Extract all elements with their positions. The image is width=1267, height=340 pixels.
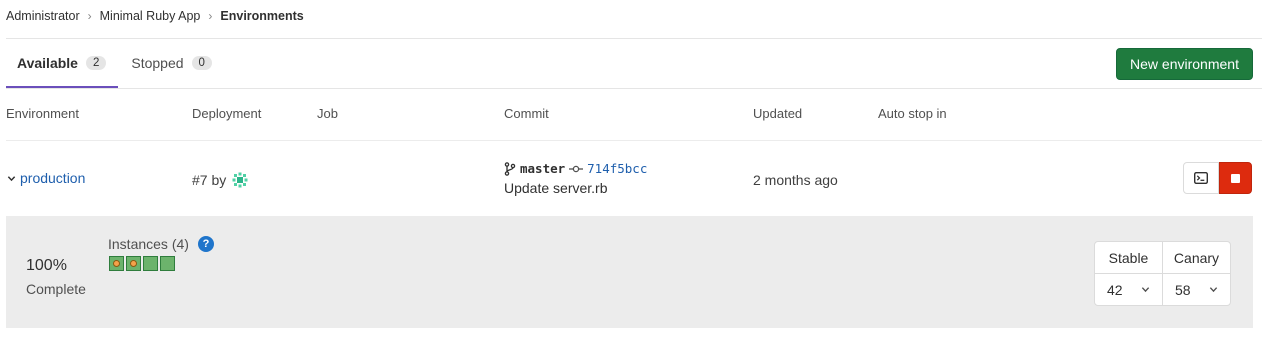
tab-stopped[interactable]: Stopped 0 bbox=[120, 39, 224, 87]
deploy-status: Complete bbox=[26, 281, 86, 297]
environment-name-link[interactable]: production bbox=[7, 170, 85, 186]
branch-icon bbox=[504, 161, 516, 176]
breadcrumb-item-administrator[interactable]: Administrator bbox=[6, 9, 80, 23]
column-header-environment: Environment bbox=[6, 106, 79, 121]
column-header-job: Job bbox=[317, 106, 338, 121]
new-environment-button[interactable]: New environment bbox=[1116, 48, 1253, 80]
instance-stable[interactable] bbox=[160, 256, 175, 271]
canary-weight-value: 58 bbox=[1175, 281, 1191, 298]
avatar[interactable] bbox=[231, 171, 250, 189]
environment-tabs: Available 2 Stopped 0 bbox=[6, 39, 224, 88]
environment-row: production #7 by master 714f5bcc Update … bbox=[0, 141, 1267, 215]
tab-available[interactable]: Available 2 bbox=[6, 39, 119, 88]
question-icon[interactable]: ? bbox=[197, 236, 214, 252]
column-header-auto-stop: Auto stop in bbox=[878, 106, 947, 121]
instance-canary[interactable] bbox=[109, 256, 124, 271]
canary-dot-icon bbox=[113, 260, 120, 267]
chevron-down-icon bbox=[1141, 287, 1150, 293]
deployment-info: #7 by bbox=[192, 171, 250, 189]
stop-environment-button[interactable] bbox=[1219, 162, 1252, 194]
deploy-percentage: 100% bbox=[26, 257, 67, 274]
instances-label: Instances (4) bbox=[108, 236, 189, 252]
tab-stopped-count: 0 bbox=[191, 56, 212, 70]
canary-dot-icon bbox=[130, 260, 137, 267]
stable-label: Stable bbox=[1095, 242, 1162, 274]
tab-available-count: 2 bbox=[85, 55, 107, 70]
instance-stable[interactable] bbox=[143, 256, 158, 271]
commit-icon bbox=[569, 165, 584, 172]
chevron-right-icon: › bbox=[87, 9, 92, 23]
tab-stopped-label: Stopped bbox=[131, 55, 184, 71]
breadcrumb: Administrator › Minimal Ruby App › Envir… bbox=[6, 7, 304, 25]
chevron-down-icon[interactable] bbox=[7, 174, 16, 183]
instances-label-group: Instances (4) ? bbox=[108, 236, 214, 252]
breadcrumb-item-current[interactable]: Environments bbox=[220, 9, 303, 23]
breadcrumb-item-project[interactable]: Minimal Ruby App bbox=[100, 9, 201, 23]
updated-time: 2 months ago bbox=[753, 172, 838, 188]
instances-list bbox=[109, 256, 177, 271]
commit-title[interactable]: Update server.rb bbox=[504, 180, 647, 196]
rollout-canary-column: Canary 58 bbox=[1162, 242, 1230, 305]
column-header-commit: Commit bbox=[504, 106, 549, 121]
terminal-icon bbox=[1194, 172, 1208, 184]
rollout-stable-column: Stable 42 bbox=[1095, 242, 1162, 305]
commit-info: master 714f5bcc Update server.rb bbox=[504, 161, 647, 196]
tabs-divider bbox=[6, 88, 1262, 89]
chevron-right-icon: › bbox=[208, 9, 213, 23]
canary-weight-select[interactable]: 58 bbox=[1163, 274, 1230, 305]
stop-icon bbox=[1231, 173, 1240, 183]
rollout-weights: Stable 42 Canary 58 bbox=[1094, 241, 1231, 306]
commit-sha-link[interactable]: 714f5bcc bbox=[587, 161, 647, 176]
chevron-down-icon bbox=[1209, 287, 1218, 293]
stable-weight-value: 42 bbox=[1107, 281, 1123, 298]
stable-weight-select[interactable]: 42 bbox=[1095, 274, 1162, 305]
column-header-updated: Updated bbox=[753, 106, 803, 121]
instance-canary[interactable] bbox=[126, 256, 141, 271]
deployment-number: #7 by bbox=[192, 172, 227, 188]
tab-available-label: Available bbox=[17, 54, 78, 71]
terminal-button[interactable] bbox=[1183, 162, 1219, 194]
deploy-board: 100% Complete Instances (4) ? Stable 42 … bbox=[6, 216, 1253, 328]
column-header-deployment: Deployment bbox=[192, 106, 262, 121]
environment-name[interactable]: production bbox=[20, 170, 85, 186]
branch-name[interactable]: master bbox=[520, 161, 565, 176]
canary-label: Canary bbox=[1163, 242, 1230, 274]
